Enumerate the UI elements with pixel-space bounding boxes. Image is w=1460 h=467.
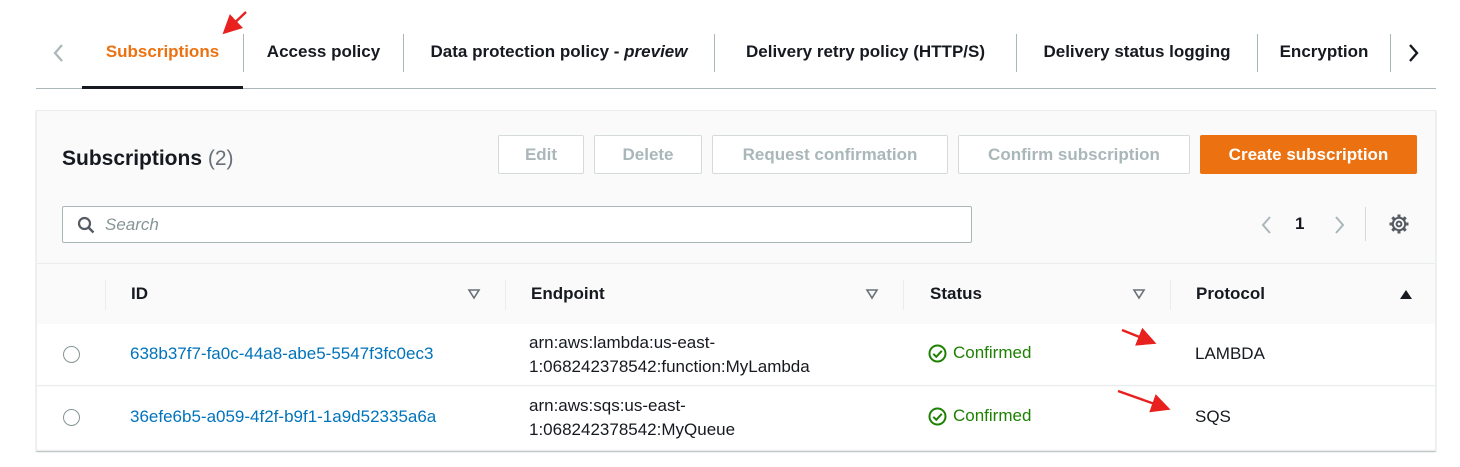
- red-arrow-icon: [222, 11, 247, 35]
- annotation-arrows: [222, 11, 1171, 413]
- red-arrow-icon: [1121, 327, 1157, 346]
- red-arrow-icon: [1117, 389, 1171, 413]
